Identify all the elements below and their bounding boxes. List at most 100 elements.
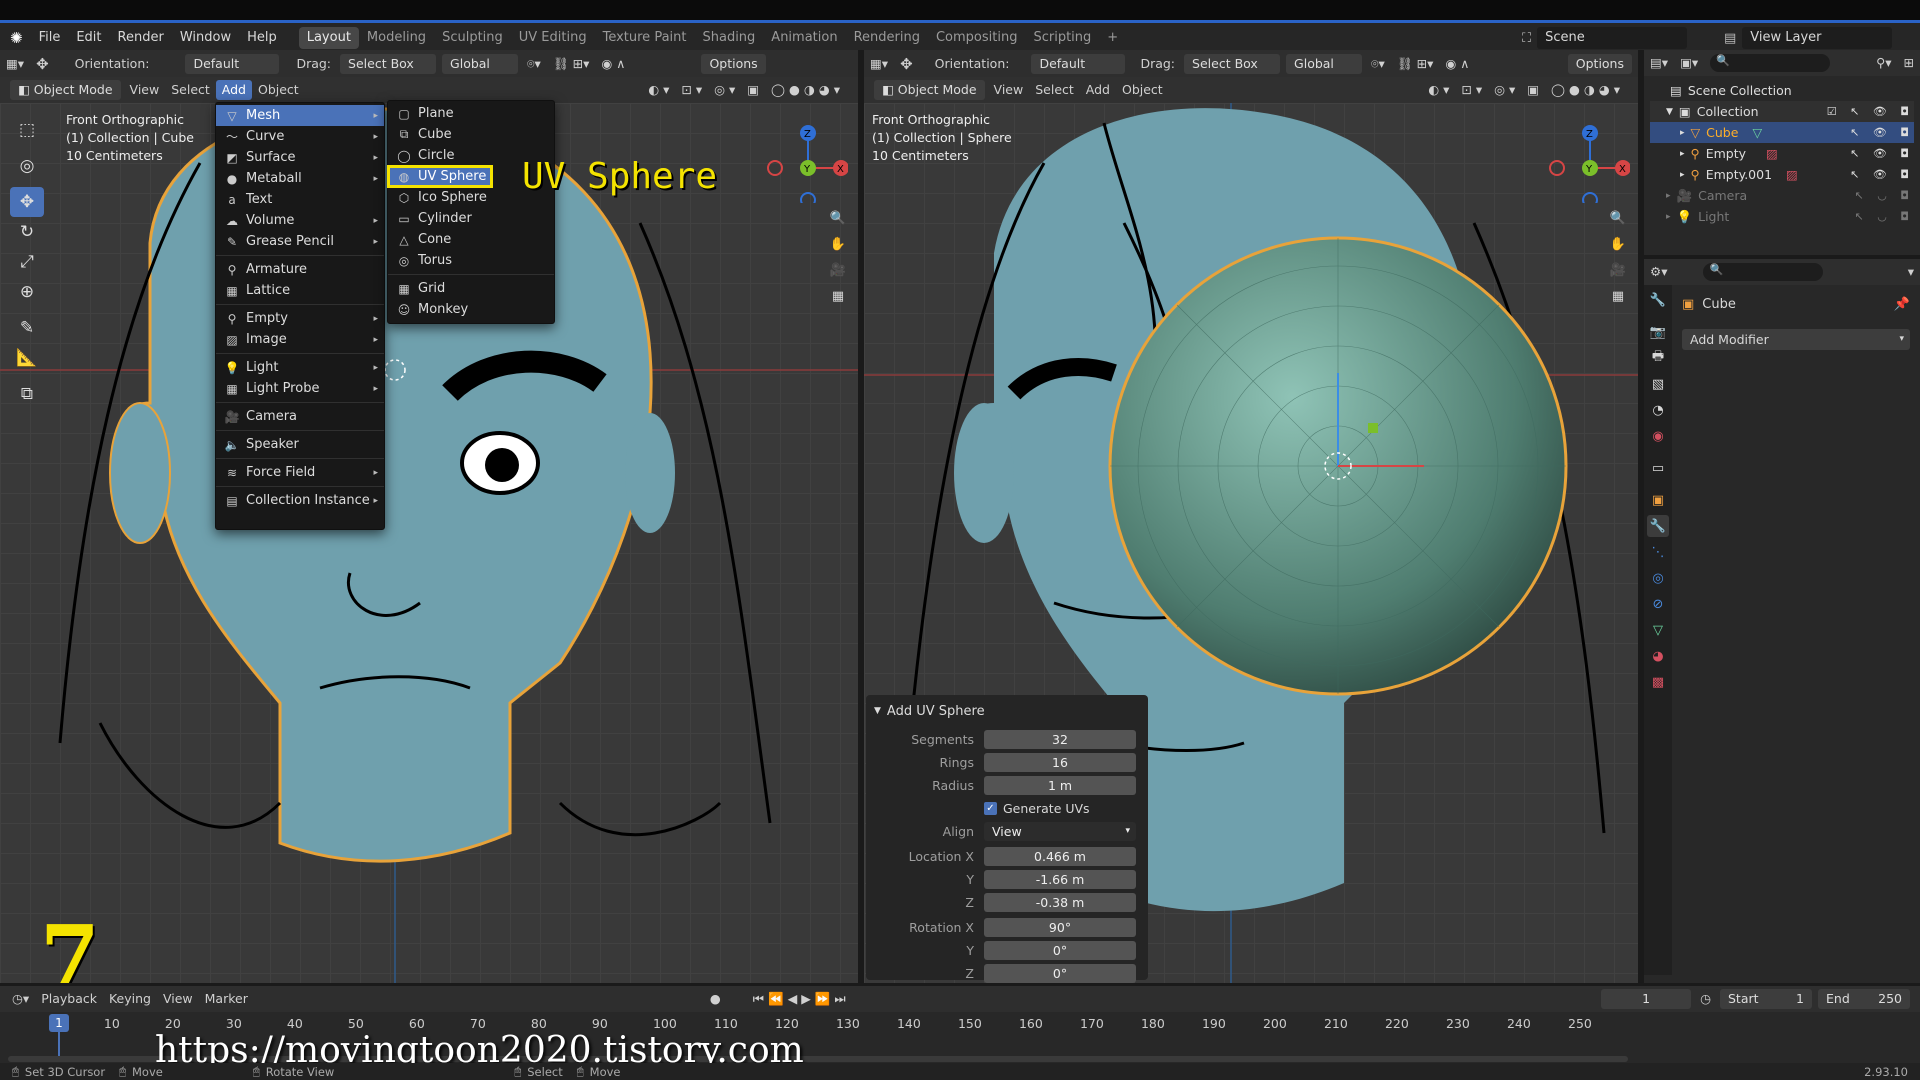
modifier-tab-icon[interactable]: 🔧 [1647, 515, 1669, 537]
add-menu-armature[interactable]: ⚲ Armature [216, 259, 384, 280]
menu-render[interactable]: Render [110, 23, 172, 53]
move-icon[interactable]: ✥ [10, 187, 44, 217]
add-menu[interactable]: Add [1080, 80, 1116, 100]
add-menu-image[interactable]: ▨ Image ▸ [216, 329, 384, 350]
mode-dropdown[interactable]: ◧ Object Mode [10, 80, 121, 100]
cube-row[interactable]: ▸ ▽ Cube ▽ ↖ 👁 ◘ [1650, 122, 1914, 143]
proportional-edit-icon[interactable]: ◉ ∧ [1439, 54, 1475, 74]
texture-tab-icon[interactable]: ▩ [1647, 671, 1669, 693]
navigation-gizmo[interactable]: Z Y X [1540, 113, 1630, 203]
add-menu-collection-instance[interactable]: ▤ Collection Instance ▸ [216, 490, 384, 511]
options-dropdown[interactable]: Options [1567, 53, 1632, 74]
visibility-icons[interactable]: ↖ 👁 ◘ [1850, 168, 1914, 181]
playhead[interactable]: 1 [49, 1014, 69, 1032]
mesh-monkey[interactable]: ☺ Monkey [388, 299, 554, 320]
align-dropdown[interactable]: View ▾ [984, 822, 1136, 841]
playback-menu[interactable]: Playback [35, 989, 103, 1009]
location-y-field[interactable]: -1.66 m [984, 870, 1136, 889]
drag-dropdown[interactable]: Select Box [340, 53, 437, 74]
menu-file[interactable]: File [31, 23, 69, 53]
add-menu-light-probe[interactable]: ▦ Light Probe ▸ [216, 378, 384, 399]
panel-header[interactable]: ▼ Add UV Sphere [874, 701, 1140, 721]
output-tab-icon[interactable]: 🖶 [1647, 347, 1669, 369]
pivot-icon[interactable]: ⌾▾ [1365, 54, 1391, 74]
tab-scripting[interactable]: Scripting [1025, 27, 1099, 49]
add-menu-text[interactable]: a Text [216, 189, 384, 210]
add-menu-light[interactable]: 💡 Light ▸ [216, 357, 384, 378]
mesh-plane[interactable]: ▢ Plane [388, 103, 554, 124]
scene-collection-row[interactable]: ▤ Scene Collection [1650, 80, 1914, 101]
camera-view-icon[interactable]: 🎥 [827, 259, 849, 281]
rotation-x-field[interactable]: 90° [984, 918, 1136, 937]
pin-icon[interactable]: 📌 [1894, 297, 1910, 312]
tab-sculpting[interactable]: Sculpting [434, 27, 511, 49]
tab-uv-editing[interactable]: UV Editing [511, 27, 595, 49]
particles-tab-icon[interactable]: ⋱ [1647, 541, 1669, 563]
pan-hand-icon[interactable]: ✋ [827, 233, 849, 255]
mode-dropdown[interactable]: ◧ Object Mode [874, 80, 985, 100]
tab-shading[interactable]: Shading [694, 27, 763, 49]
view-menu[interactable]: View [157, 989, 199, 1009]
snap-icon[interactable]: ⛓ ⊞▾ [1391, 54, 1440, 74]
object-menu[interactable]: Object [1116, 80, 1169, 100]
mesh-grid[interactable]: ▦ Grid [388, 278, 554, 299]
ortho-grid-icon[interactable]: ▦ [1607, 285, 1629, 307]
mesh-uv-sphere[interactable]: ◍ UV Sphere [387, 165, 493, 188]
view-menu[interactable]: View [124, 80, 166, 100]
add-menu-empty[interactable]: ⚲ Empty ▸ [216, 308, 384, 329]
transform-orientation-dropdown[interactable]: Global [1286, 53, 1363, 74]
options-dropdown[interactable]: Options [701, 53, 766, 74]
tab-layout[interactable]: Layout [298, 27, 359, 49]
material-tab-icon[interactable]: ◕ [1647, 645, 1669, 667]
cursor-icon[interactable]: ◎ [10, 151, 44, 181]
add-menu-camera[interactable]: 🎥 Camera [216, 406, 384, 427]
mesh-cylinder[interactable]: ▭ Cylinder [388, 208, 554, 229]
add-workspace-button[interactable]: + [1099, 27, 1126, 49]
ortho-grid-icon[interactable]: ▦ [827, 285, 849, 307]
menu-edit[interactable]: Edit [68, 23, 109, 53]
tab-texture-paint[interactable]: Texture Paint [595, 27, 695, 49]
view-layer-selector[interactable]: ▤ View Layer [1724, 27, 1893, 49]
add-menu-mesh[interactable]: ▽ Mesh ▸ [216, 105, 384, 126]
record-icon[interactable]: ● [704, 989, 727, 1009]
view-layer-field[interactable]: View Layer [1742, 27, 1893, 49]
mesh-cone[interactable]: △ Cone [388, 229, 554, 250]
generate-uvs-checkbox[interactable]: ✓ [984, 802, 997, 815]
add-menu[interactable]: Add [215, 80, 252, 100]
render-tab-icon[interactable]: 📷 [1647, 321, 1669, 343]
snap-icon[interactable]: ⛓ ⊞▾ [547, 54, 596, 74]
radius-field[interactable]: 1 m [984, 776, 1136, 795]
editor-type-icon[interactable]: ▦▾ [0, 54, 30, 74]
location-z-field[interactable]: -0.38 m [984, 893, 1136, 912]
empty-row[interactable]: ▸ ⚲ Empty ▨ ↖ 👁 ◘ [1650, 143, 1914, 164]
add-cube-icon[interactable]: ⧉ [10, 379, 44, 409]
tool-tab-icon[interactable]: 🔧 [1647, 289, 1669, 311]
world-tab-icon[interactable]: ◉ [1647, 425, 1669, 447]
tab-compositing[interactable]: Compositing [928, 27, 1026, 49]
add-modifier-dropdown[interactable]: Add Modifier ▾ [1682, 329, 1910, 350]
tab-modeling[interactable]: Modeling [359, 27, 434, 49]
view-menu[interactable]: View [988, 80, 1030, 100]
viewport-shading-icons[interactable]: ◐▾ ⊡▾ ◎▾ ▣ ◯●◑◕▾ [642, 80, 850, 100]
marker-menu[interactable]: Marker [199, 989, 254, 1009]
menu-help[interactable]: Help [239, 23, 285, 53]
add-menu-surface[interactable]: ◩ Surface ▸ [216, 147, 384, 168]
viewport-shading-icons[interactable]: ◐▾ ⊡▾ ◎▾ ▣ ◯●◑◕▾ [1422, 80, 1630, 100]
constraints-tab-icon[interactable]: ⊘ [1647, 593, 1669, 615]
visibility-icons[interactable]: ↖ 👁 ◘ [1850, 147, 1914, 160]
collection-row[interactable]: ▼ ▣ Collection ☑ ↖ 👁 ◘ [1650, 101, 1914, 122]
display-mode-icon[interactable]: ▣▾ [1674, 53, 1704, 73]
rotation-z-field[interactable]: 0° [984, 964, 1136, 983]
new-collection-icon[interactable]: ⊞ [1898, 53, 1920, 73]
scene-selector[interactable]: ⛶ Scene [1522, 27, 1688, 49]
orientation-dropdown[interactable]: Default [185, 53, 280, 74]
tab-animation[interactable]: Animation [763, 27, 845, 49]
empty001-row[interactable]: ▸ ⚲ Empty.001 ▨ ↖ 👁 ◘ [1650, 164, 1914, 185]
editor-type-icon[interactable]: ⚙▾ [1644, 262, 1673, 282]
options-chevron-icon[interactable]: ▾ [1902, 262, 1920, 282]
proportional-edit-icon[interactable]: ◉ ∧ [595, 54, 631, 74]
pan-hand-icon[interactable]: ✋ [1607, 233, 1629, 255]
navigation-gizmo[interactable]: Z Y X [758, 113, 848, 203]
add-menu-metaball[interactable]: ● Metaball ▸ [216, 168, 384, 189]
add-menu-speaker[interactable]: 🔈 Speaker [216, 434, 384, 455]
